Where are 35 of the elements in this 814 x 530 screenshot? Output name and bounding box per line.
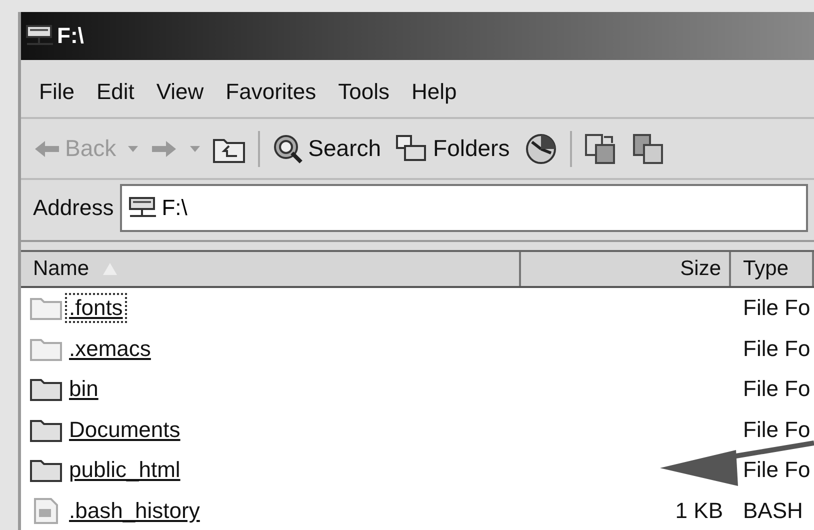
network-drive-icon [128, 196, 158, 220]
menu-item[interactable]: Edit [90, 75, 140, 109]
column-header[interactable]: Size [521, 252, 731, 286]
search-button[interactable]: Search [270, 130, 384, 166]
file-name[interactable]: .bash_history [65, 496, 204, 526]
file-name[interactable]: .xemacs [65, 334, 155, 364]
address-field[interactable]: F:\ [120, 184, 808, 232]
search-icon [272, 132, 304, 164]
menu-item[interactable]: File [33, 75, 80, 109]
copy-to-icon [632, 132, 666, 164]
column-header[interactable]: Name [21, 252, 521, 286]
menu-item[interactable]: Favorites [220, 75, 322, 109]
file-name[interactable]: Documents [65, 414, 184, 445]
file-name[interactable]: public_html [65, 455, 184, 486]
type-cell-text: File Fo [742, 376, 812, 402]
menu-item[interactable]: View [150, 75, 210, 109]
column-header[interactable]: Type [731, 252, 814, 286]
clock-icon [524, 132, 558, 166]
forward-arrow-icon [150, 138, 178, 158]
address-label: Address [33, 195, 114, 221]
type-cell-text: File Fo [742, 336, 812, 362]
menu-item[interactable]: Help [406, 75, 463, 109]
move-to-icon [584, 132, 618, 164]
window-title: F:\ [57, 23, 84, 49]
type-cell-text: File Fo [742, 457, 812, 484]
type-cell-text: File Fo [742, 416, 812, 443]
back-arrow-icon [33, 138, 61, 158]
file-name[interactable]: bin [65, 374, 102, 404]
size-cell-text: 1 KB [674, 498, 724, 524]
file-name[interactable]: .fonts [65, 293, 127, 324]
type-cell-text: File Fo [742, 295, 812, 322]
folders-button[interactable]: Folders [393, 132, 512, 166]
type-cell-text: BASH [742, 498, 804, 524]
menu-item[interactable]: Tools [332, 75, 396, 109]
network-drive-icon [25, 24, 55, 48]
